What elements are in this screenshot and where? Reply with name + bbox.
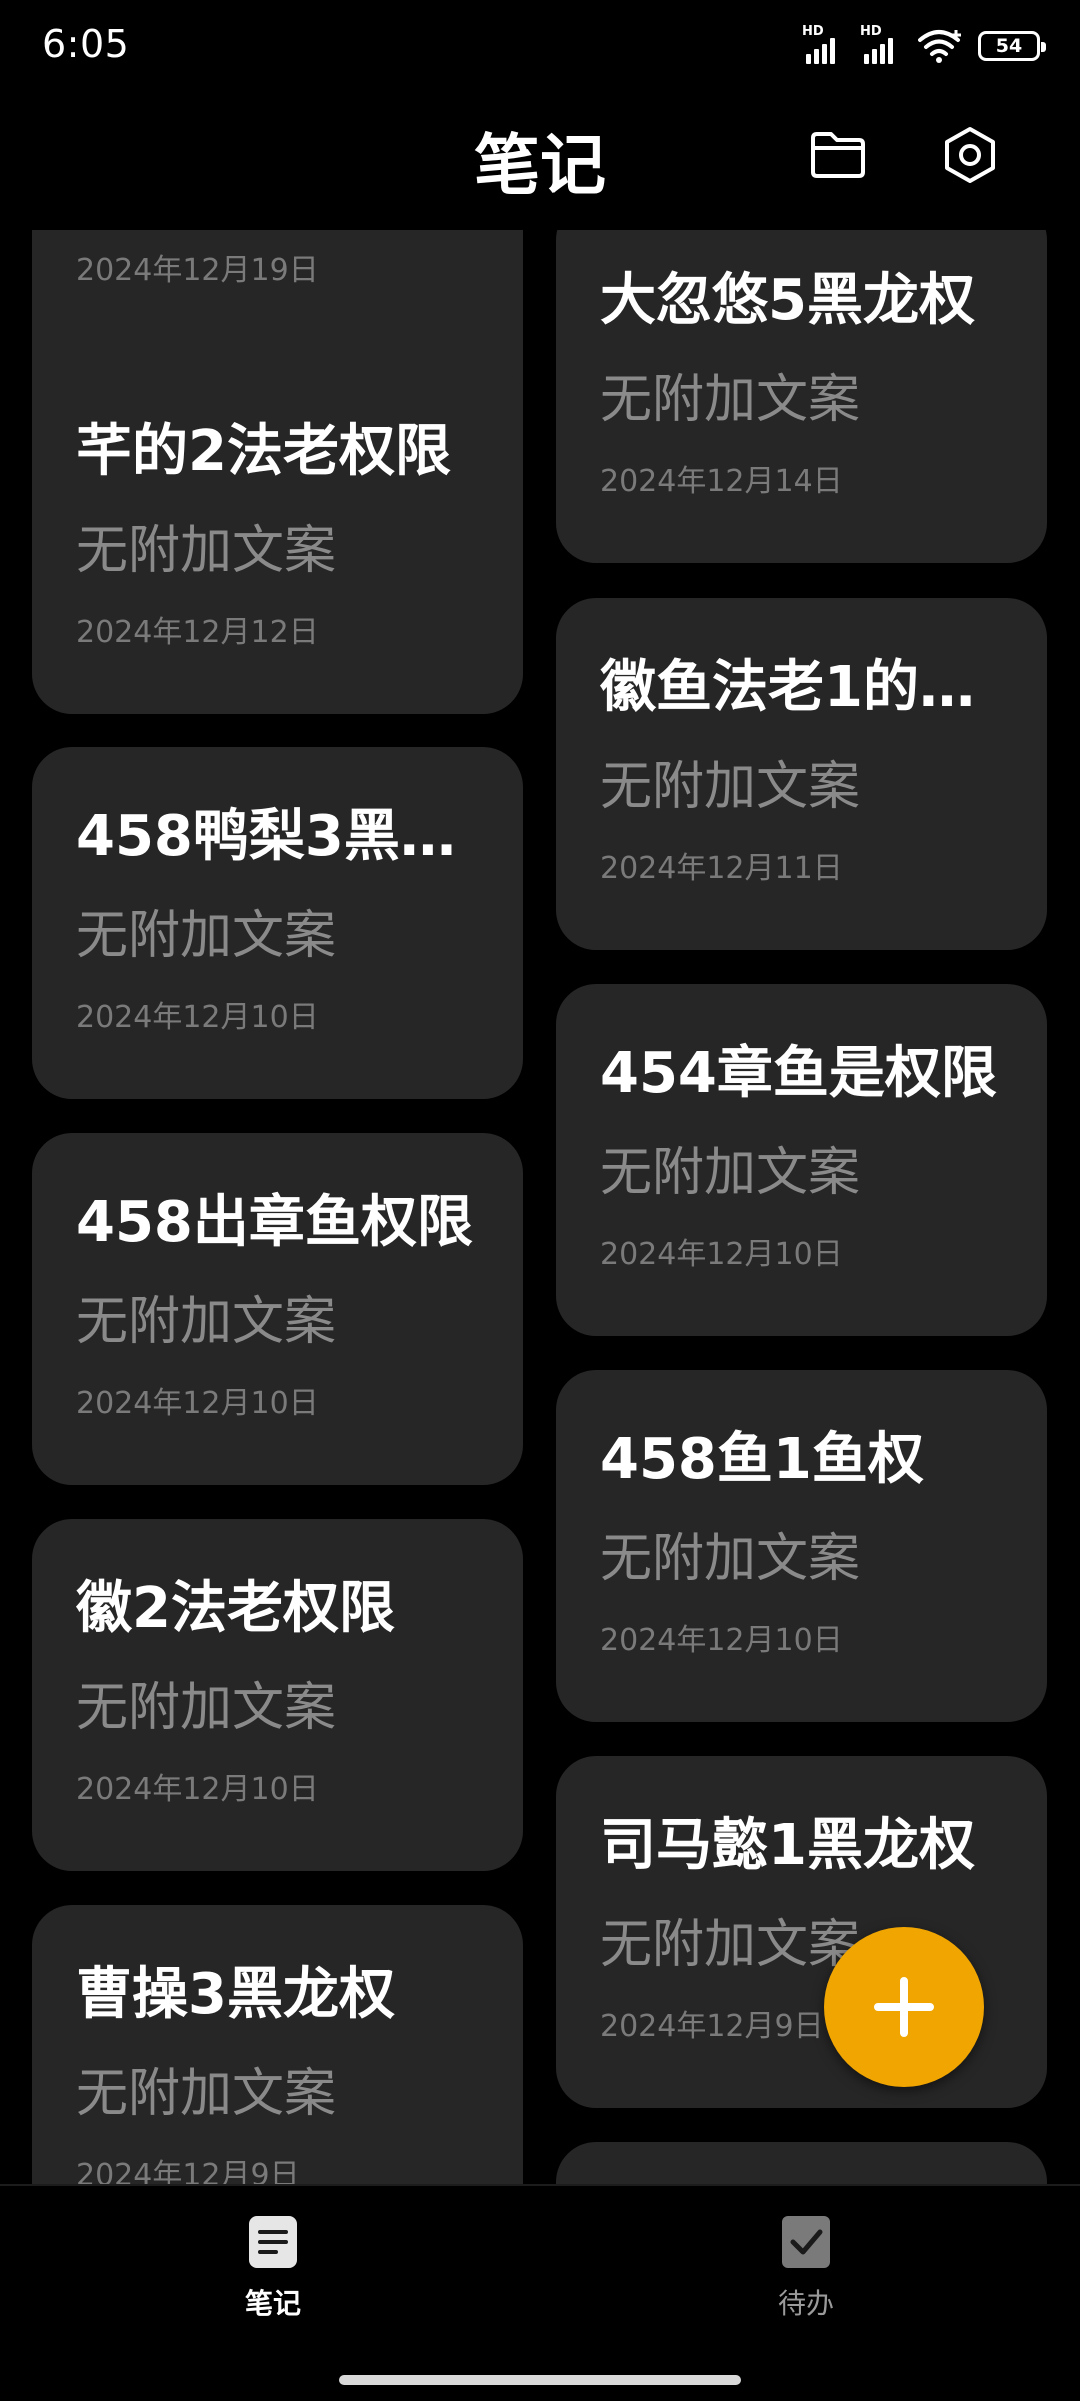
tab-notes-label: 笔记	[244, 2287, 301, 2320]
note-date: 2024年12月19日	[76, 253, 319, 288]
plus-icon	[874, 1977, 934, 2037]
note-subtitle: 无附加文案	[76, 521, 337, 581]
app-header: 笔记	[0, 100, 1080, 210]
note-subtitle: 无附加文案	[76, 1678, 337, 1738]
note-subtitle: 无附加文案	[600, 757, 861, 817]
note-date: 2024年12月12日	[76, 615, 319, 650]
page-title: 笔记	[474, 127, 606, 204]
signal-hd-label: HD	[802, 24, 824, 39]
note-card[interactable]: 458出章鱼权限 无附加文案 2024年12月10日	[32, 1133, 523, 1485]
note-card[interactable]: 芊的2法老权限 无附加文案 2024年12月12日	[32, 362, 523, 714]
settings-button[interactable]	[930, 120, 1010, 190]
signal-2-icon: HD	[860, 24, 904, 64]
note-date: 2024年12月10日	[600, 1237, 843, 1272]
note-title: 徽鱼法老1的权限	[600, 655, 1017, 720]
note-title: 458鸭梨3黑龙权	[76, 804, 493, 869]
note-card[interactable]: 458鱼1鱼权 无附加文案 2024年12月10日	[556, 1370, 1047, 1722]
note-title: 454章鱼是权限	[600, 1041, 997, 1106]
note-date: 2024年12月10日	[76, 1000, 319, 1035]
note-card[interactable]	[556, 2142, 1047, 2184]
tab-todo-label: 待办	[777, 2287, 834, 2320]
status-bar: 6:05 HD HD 54	[0, 0, 1080, 90]
wifi-icon	[918, 30, 961, 63]
note-card[interactable]: 458鸭梨3黑龙权 无附加文案 2024年12月10日	[32, 747, 523, 1099]
folder-icon	[811, 132, 865, 178]
settings-icon	[945, 127, 995, 183]
note-title: 徽2法老权限	[76, 1576, 395, 1641]
status-icons: HD HD 54	[802, 24, 1046, 64]
note-title: 芊的2法老权限	[76, 419, 451, 484]
folder-button[interactable]	[798, 120, 878, 190]
note-card[interactable]: 徽鱼法老1的权限 无附加文案 2024年12月11日	[556, 598, 1047, 950]
battery-level: 54	[995, 35, 1023, 57]
note-subtitle: 无附加文案	[600, 1143, 861, 1203]
status-time: 6:05	[42, 22, 130, 66]
note-date: 2024年12月10日	[600, 1623, 843, 1658]
note-date: 2024年12月10日	[76, 1386, 319, 1421]
note-title: 458出章鱼权限	[76, 1190, 473, 1255]
tab-notes[interactable]: 笔记	[173, 2212, 373, 2322]
note-date: 2024年12月9日	[76, 2158, 300, 2184]
add-note-button[interactable]	[824, 1927, 984, 2087]
note-title: 曹操3黑龙权	[76, 1962, 395, 2027]
notes-screen: 6:05 HD HD 54 笔记 2024年12月19日 芊的2法老权限 无附加…	[0, 0, 1080, 2401]
note-subtitle: 无附加文案	[600, 370, 861, 430]
note-card[interactable]: 曹操3黑龙权 无附加文案 2024年12月9日	[32, 1905, 523, 2184]
home-indicator[interactable]	[339, 2375, 741, 2385]
notes-icon	[249, 2216, 297, 2268]
note-date: 2024年12月14日	[600, 464, 843, 499]
bottom-nav: 笔记 待办	[0, 2184, 1080, 2401]
note-title: 458鱼1鱼权	[600, 1427, 924, 1492]
note-card[interactable]: 司马懿1黑龙权 无附加文案 2024年12月9日	[556, 1756, 1047, 2108]
note-title: 大忽悠5黑龙权	[600, 268, 975, 333]
note-title: 司马懿1黑龙权	[600, 1813, 975, 1878]
note-date: 2024年12月10日	[76, 1772, 319, 1807]
note-subtitle: 无附加文案	[76, 1292, 337, 1352]
note-subtitle: 无附加文案	[76, 906, 337, 966]
note-subtitle: 无附加文案	[600, 1915, 861, 1975]
signal-hd-label-2: HD	[860, 24, 882, 39]
note-subtitle: 无附加文案	[76, 2064, 337, 2124]
note-date: 2024年12月9日	[600, 2009, 824, 2044]
note-card[interactable]: 454章鱼是权限 无附加文案 2024年12月10日	[556, 984, 1047, 1336]
todo-checkbox-icon	[782, 2216, 830, 2268]
notes-grid: 2024年12月19日 芊的2法老权限 无附加文案 2024年12月12日 45…	[0, 230, 1080, 2184]
signal-1-icon: HD	[802, 24, 846, 64]
note-card[interactable]: 徽2法老权限 无附加文案 2024年12月10日	[32, 1519, 523, 1871]
note-card[interactable]: 大忽悠5黑龙权 无附加文案 2024年12月14日	[556, 230, 1047, 563]
note-date: 2024年12月11日	[600, 851, 843, 886]
tab-todo[interactable]: 待办	[706, 2212, 906, 2322]
note-subtitle: 无附加文案	[600, 1529, 861, 1589]
battery-icon: 54	[978, 31, 1046, 61]
